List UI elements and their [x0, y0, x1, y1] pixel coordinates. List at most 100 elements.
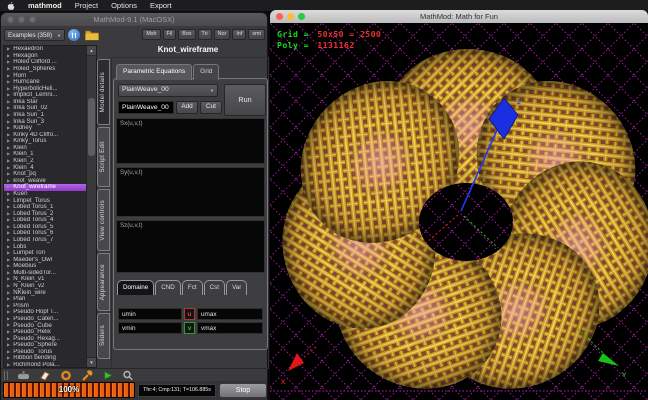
expand-arrow-icon[interactable]: ▶ — [7, 238, 10, 242]
sz-equation-area[interactable]: Sz(u,v,t) — [116, 220, 265, 273]
pause-button[interactable] — [68, 29, 80, 41]
list-item[interactable]: ▶Lobs — [4, 243, 86, 250]
expand-arrow-icon[interactable]: ▶ — [7, 205, 10, 209]
list-item[interactable]: ▶Maeder's_Owl — [4, 257, 86, 264]
apple-icon[interactable] — [7, 1, 15, 11]
expand-arrow-icon[interactable]: ▶ — [7, 198, 10, 202]
view-button-fil[interactable]: Fil — [163, 29, 177, 40]
list-item[interactable]: ▶Plan — [4, 296, 86, 303]
list-item[interactable]: ▶Lumpet Tori — [4, 250, 86, 257]
run-button[interactable]: Run — [224, 84, 266, 116]
list-item[interactable]: ▶Pseudo_Hexag... — [4, 335, 86, 342]
left-title-bar[interactable]: MathMod-9.1 (MacOSX) — [1, 13, 267, 26]
examples-scrollbar[interactable]: ▲ ▼ — [86, 46, 96, 367]
list-item[interactable]: ▶Lobed Torus_5 — [4, 224, 86, 231]
surface-select-combo[interactable]: PlainWeave_00 ▼ — [118, 84, 218, 97]
tab-fct[interactable]: Fct — [182, 280, 203, 295]
list-item[interactable]: ▶Ribbon bending — [4, 355, 86, 362]
close-button[interactable] — [276, 13, 283, 20]
menu-item-export[interactable]: Export — [150, 2, 172, 10]
list-item[interactable]: ▶Klein_4 — [4, 164, 86, 171]
list-item[interactable]: ▶Kinky_Torus — [4, 138, 86, 145]
expand-arrow-icon[interactable]: ▶ — [7, 172, 10, 176]
close-button[interactable] — [7, 16, 14, 23]
expand-arrow-icon[interactable]: ▶ — [7, 245, 10, 249]
list-item[interactable]: ▶Kuen — [4, 191, 86, 198]
tab-view-controls[interactable]: View controls — [97, 189, 110, 251]
list-item[interactable]: ▶Klein — [4, 145, 86, 152]
zoom-button[interactable] — [298, 13, 305, 20]
expand-arrow-icon[interactable]: ▶ — [7, 323, 10, 327]
tab-domaine[interactable]: Domaine — [117, 280, 154, 295]
list-item[interactable]: ▶Multi-sidedTor... — [4, 270, 86, 277]
list-item[interactable]: ▶Klein_1 — [4, 151, 86, 158]
list-item[interactable]: ▶Knot_pq — [4, 171, 86, 178]
expand-arrow-icon[interactable]: ▶ — [7, 363, 10, 367]
expand-arrow-icon[interactable]: ▶ — [7, 277, 10, 281]
expand-arrow-icon[interactable]: ▶ — [7, 284, 10, 288]
vmin-field[interactable]: vmin — [118, 322, 182, 334]
run-animation-button[interactable] — [102, 370, 113, 381]
expand-arrow-icon[interactable]: ▶ — [7, 139, 10, 143]
gamepad-button[interactable] — [17, 370, 30, 381]
expand-arrow-icon[interactable]: ▶ — [7, 146, 10, 150]
list-item[interactable]: ▶Inka Sun_02 — [4, 105, 86, 112]
stop-button[interactable]: Stop — [219, 383, 267, 398]
list-item[interactable]: ▶Hexagon — [4, 53, 86, 60]
umax-field[interactable]: umax — [197, 308, 263, 320]
list-item[interactable]: ▶Horn — [4, 72, 86, 79]
expand-arrow-icon[interactable]: ▶ — [7, 356, 10, 360]
menu-item-project[interactable]: Project — [75, 2, 98, 10]
expand-arrow-icon[interactable]: ▶ — [7, 310, 10, 314]
list-item[interactable]: ▶Klein_2 — [4, 158, 86, 165]
scroll-down-button[interactable]: ▼ — [87, 357, 96, 367]
expand-arrow-icon[interactable]: ▶ — [7, 330, 10, 334]
list-item[interactable]: ▶NKlein_wire — [4, 289, 86, 296]
expand-arrow-icon[interactable]: ▶ — [7, 251, 10, 255]
expand-arrow-icon[interactable]: ▶ — [7, 343, 10, 347]
expand-arrow-icon[interactable]: ▶ — [7, 218, 10, 222]
sy-equation-area[interactable]: Sy(u,v,t) — [116, 167, 265, 217]
list-item[interactable]: ▶Kinky 4D Cliffo... — [4, 132, 86, 139]
list-item[interactable]: ▶Lobed Torus_1 — [4, 204, 86, 211]
list-item[interactable]: ▶Inka Sun_1 — [4, 112, 86, 119]
list-item[interactable]: ▶Limpet_Torus — [4, 197, 86, 204]
expand-arrow-icon[interactable]: ▶ — [7, 80, 10, 84]
expand-arrow-icon[interactable]: ▶ — [7, 47, 10, 51]
tools-button[interactable] — [81, 370, 93, 381]
view-button-msh[interactable]: Msh — [142, 29, 160, 40]
expand-arrow-icon[interactable]: ▶ — [7, 179, 10, 183]
expand-arrow-icon[interactable]: ▶ — [7, 317, 10, 321]
expand-arrow-icon[interactable]: ▶ — [7, 185, 10, 189]
render-viewport[interactable]: X Y Z Grid = 50x50 = 2500 — [270, 23, 648, 400]
list-item[interactable]: ▶N_Klein_v1 — [4, 276, 86, 283]
list-item[interactable]: ▶HyperbolicHeli... — [4, 85, 86, 92]
sx-equation-area[interactable]: Sx(u,v,t) — [116, 118, 265, 164]
view-button-inf[interactable]: Inf — [232, 29, 246, 40]
expand-arrow-icon[interactable]: ▶ — [7, 350, 10, 354]
view-button-box[interactable]: Box — [178, 29, 195, 40]
list-item[interactable]: ▶Pseudo_Helix — [4, 329, 86, 336]
list-item[interactable]: ▶Hexaedron — [4, 46, 86, 53]
list-item[interactable]: ▶Pseudo_Caten... — [4, 316, 86, 323]
add-button[interactable]: Add — [176, 101, 198, 114]
view-button-smt[interactable]: smt — [248, 29, 265, 40]
tab-var[interactable]: Var — [226, 280, 247, 295]
list-item[interactable]: ▶Pseudo_Cube — [4, 322, 86, 329]
list-item[interactable]: ▶Moebius — [4, 263, 86, 270]
expand-arrow-icon[interactable]: ▶ — [7, 60, 10, 64]
expand-arrow-icon[interactable]: ▶ — [7, 258, 10, 262]
list-item[interactable]: ▶Pseudo_Torus — [4, 349, 86, 356]
tab-model-details[interactable]: Model details — [97, 59, 110, 125]
expand-arrow-icon[interactable]: ▶ — [7, 133, 10, 137]
expand-arrow-icon[interactable]: ▶ — [7, 54, 10, 58]
expand-arrow-icon[interactable]: ▶ — [7, 231, 10, 235]
expand-arrow-icon[interactable]: ▶ — [7, 264, 10, 268]
list-item[interactable]: ▶Holed_Spheres — [4, 66, 86, 73]
list-item[interactable]: ▶Pseudo_Sphere — [4, 342, 86, 349]
minimize-button[interactable] — [18, 16, 25, 23]
tab-appearance[interactable]: Appearance — [97, 253, 110, 311]
cut-button[interactable]: Cut — [200, 101, 222, 114]
expand-arrow-icon[interactable]: ▶ — [7, 67, 10, 71]
surface-name-input[interactable]: PlainWeave_00 — [118, 101, 174, 114]
